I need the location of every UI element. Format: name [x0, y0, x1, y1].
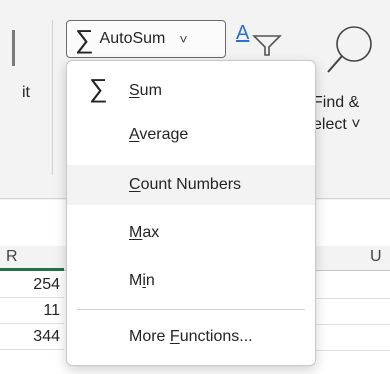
cell-r1[interactable]: 254 [0, 272, 64, 298]
column-header-u[interactable]: U [370, 248, 382, 266]
menu-separator [77, 309, 305, 310]
find-select-line2: elect [313, 116, 347, 133]
menu-item-count-numbers[interactable]: Count Numbers [67, 165, 315, 205]
autosum-dropdown-menu: ∑ Sum Average Count Numbers Max Min More… [66, 60, 316, 366]
grid-line [316, 298, 390, 299]
sigma-icon: ∑ [75, 24, 94, 54]
find-select-button[interactable]: Find & elect ˅ [313, 92, 361, 136]
partial-ribbon-icon[interactable] [0, 30, 15, 66]
cell-r3[interactable]: 344 [0, 324, 64, 350]
menu-item-sum[interactable]: ∑ Sum [67, 71, 315, 111]
sort-a-letter-icon: A [236, 22, 250, 44]
grid-line [316, 350, 390, 351]
chevron-down-icon[interactable]: ˅ [179, 31, 187, 47]
sigma-icon: ∑ [89, 73, 108, 103]
group-separator [52, 20, 53, 175]
menu-item-more-functions[interactable]: More Functions... [67, 317, 315, 357]
partial-ribbon-label: it [22, 84, 30, 101]
cell-r2[interactable]: 11 [0, 298, 64, 324]
grid-line [316, 324, 390, 325]
menu-item-average[interactable]: Average [67, 115, 315, 155]
filter-funnel-icon [252, 35, 282, 56]
autosum-button[interactable]: ∑ AutoSum ˅ [66, 20, 226, 58]
sort-filter-icon[interactable]: A [236, 22, 284, 58]
find-select-chevron-icon: ˅ [351, 116, 361, 133]
menu-item-min[interactable]: Min [67, 261, 315, 301]
find-select-line1: Find & [313, 94, 360, 111]
column-header-r[interactable]: R [6, 248, 18, 266]
selected-column-indicator [0, 268, 64, 271]
magnifier-icon[interactable] [324, 22, 374, 86]
autosum-label: AutoSum [99, 30, 166, 47]
menu-item-max[interactable]: Max [67, 213, 315, 253]
